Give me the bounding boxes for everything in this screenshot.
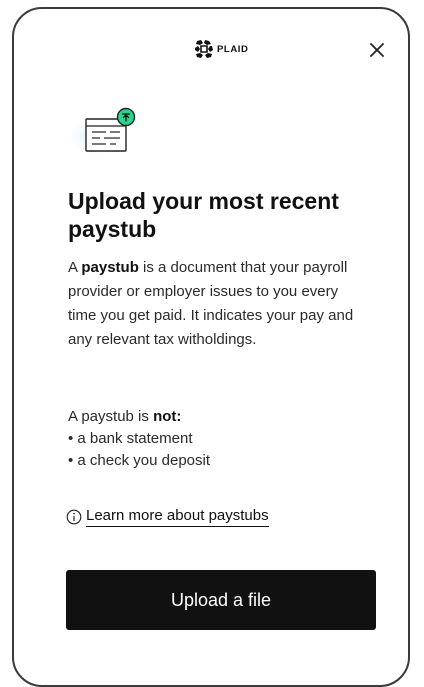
not-paystub-intro: A paystub is not: [68,406,368,428]
learn-more-link[interactable]: Learn more about paystubs [66,507,269,527]
plaid-logo-icon [195,40,213,58]
brand-name: PLAID [217,43,249,55]
paystub-illustration-icon [68,107,136,155]
learn-more-label[interactable]: Learn more about paystubs [86,507,269,527]
description-lead: A [68,259,82,276]
upload-file-button[interactable]: Upload a file [66,570,376,630]
not-paystub-section: A paystub is not: • a bank statement • a… [68,406,368,472]
close-button[interactable] [364,37,390,63]
modal-container: PLAID Upload your most recent paystub A … [12,7,410,687]
page-title: Upload your most recent paystub [68,188,339,242]
description-term: paystub [81,259,139,276]
list-item: • a bank statement [68,430,193,447]
not-intro-text: A paystub is [68,408,154,425]
close-icon [370,43,384,57]
modal-header: PLAID [14,39,408,63]
paystub-description: A paystub is a document that your payrol… [68,256,368,352]
not-paystub-list: • a bank statement • a check you deposit [68,428,368,472]
info-icon [66,509,82,525]
not-emphasis: not: [153,408,182,425]
list-item: • a check you deposit [68,452,211,469]
brand: PLAID [194,39,249,59]
